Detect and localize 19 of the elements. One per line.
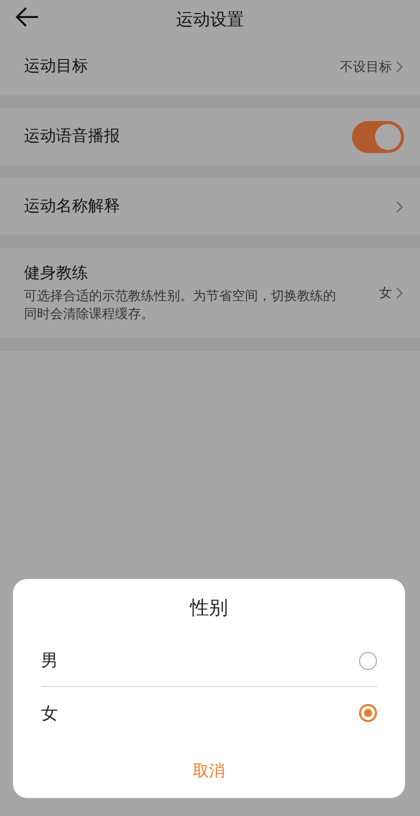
setting-link[interactable] bbox=[396, 200, 404, 212]
setting-label: 运动语音播报 bbox=[24, 126, 121, 147]
setting-label: 健身教练 bbox=[24, 262, 89, 284]
page-title: 运动设置 bbox=[176, 8, 244, 30]
setting-link[interactable]: 不设目标 bbox=[340, 58, 404, 76]
option-item[interactable]: 女 bbox=[41, 687, 377, 739]
chevron-right-icon bbox=[396, 60, 404, 72]
chevron-right-icon bbox=[396, 200, 404, 212]
setting-label: 运动目标 bbox=[24, 56, 89, 77]
setting-description: 可选择合适的示范教练性别。为节省空间，切换教练的同时会清除课程缓存。 bbox=[24, 288, 337, 324]
radio-button[interactable] bbox=[359, 704, 377, 722]
option-item[interactable]: 男 bbox=[41, 635, 377, 687]
dialog-title: 性别 bbox=[188, 596, 229, 621]
cancel-button[interactable]: 取消 bbox=[181, 755, 237, 788]
toggle-switch[interactable] bbox=[352, 120, 404, 152]
setting-link[interactable]: 女 bbox=[379, 284, 404, 302]
chevron-right-icon bbox=[396, 287, 404, 299]
setting-label: 运动名称解释 bbox=[24, 196, 121, 217]
radio-button[interactable] bbox=[359, 652, 377, 670]
